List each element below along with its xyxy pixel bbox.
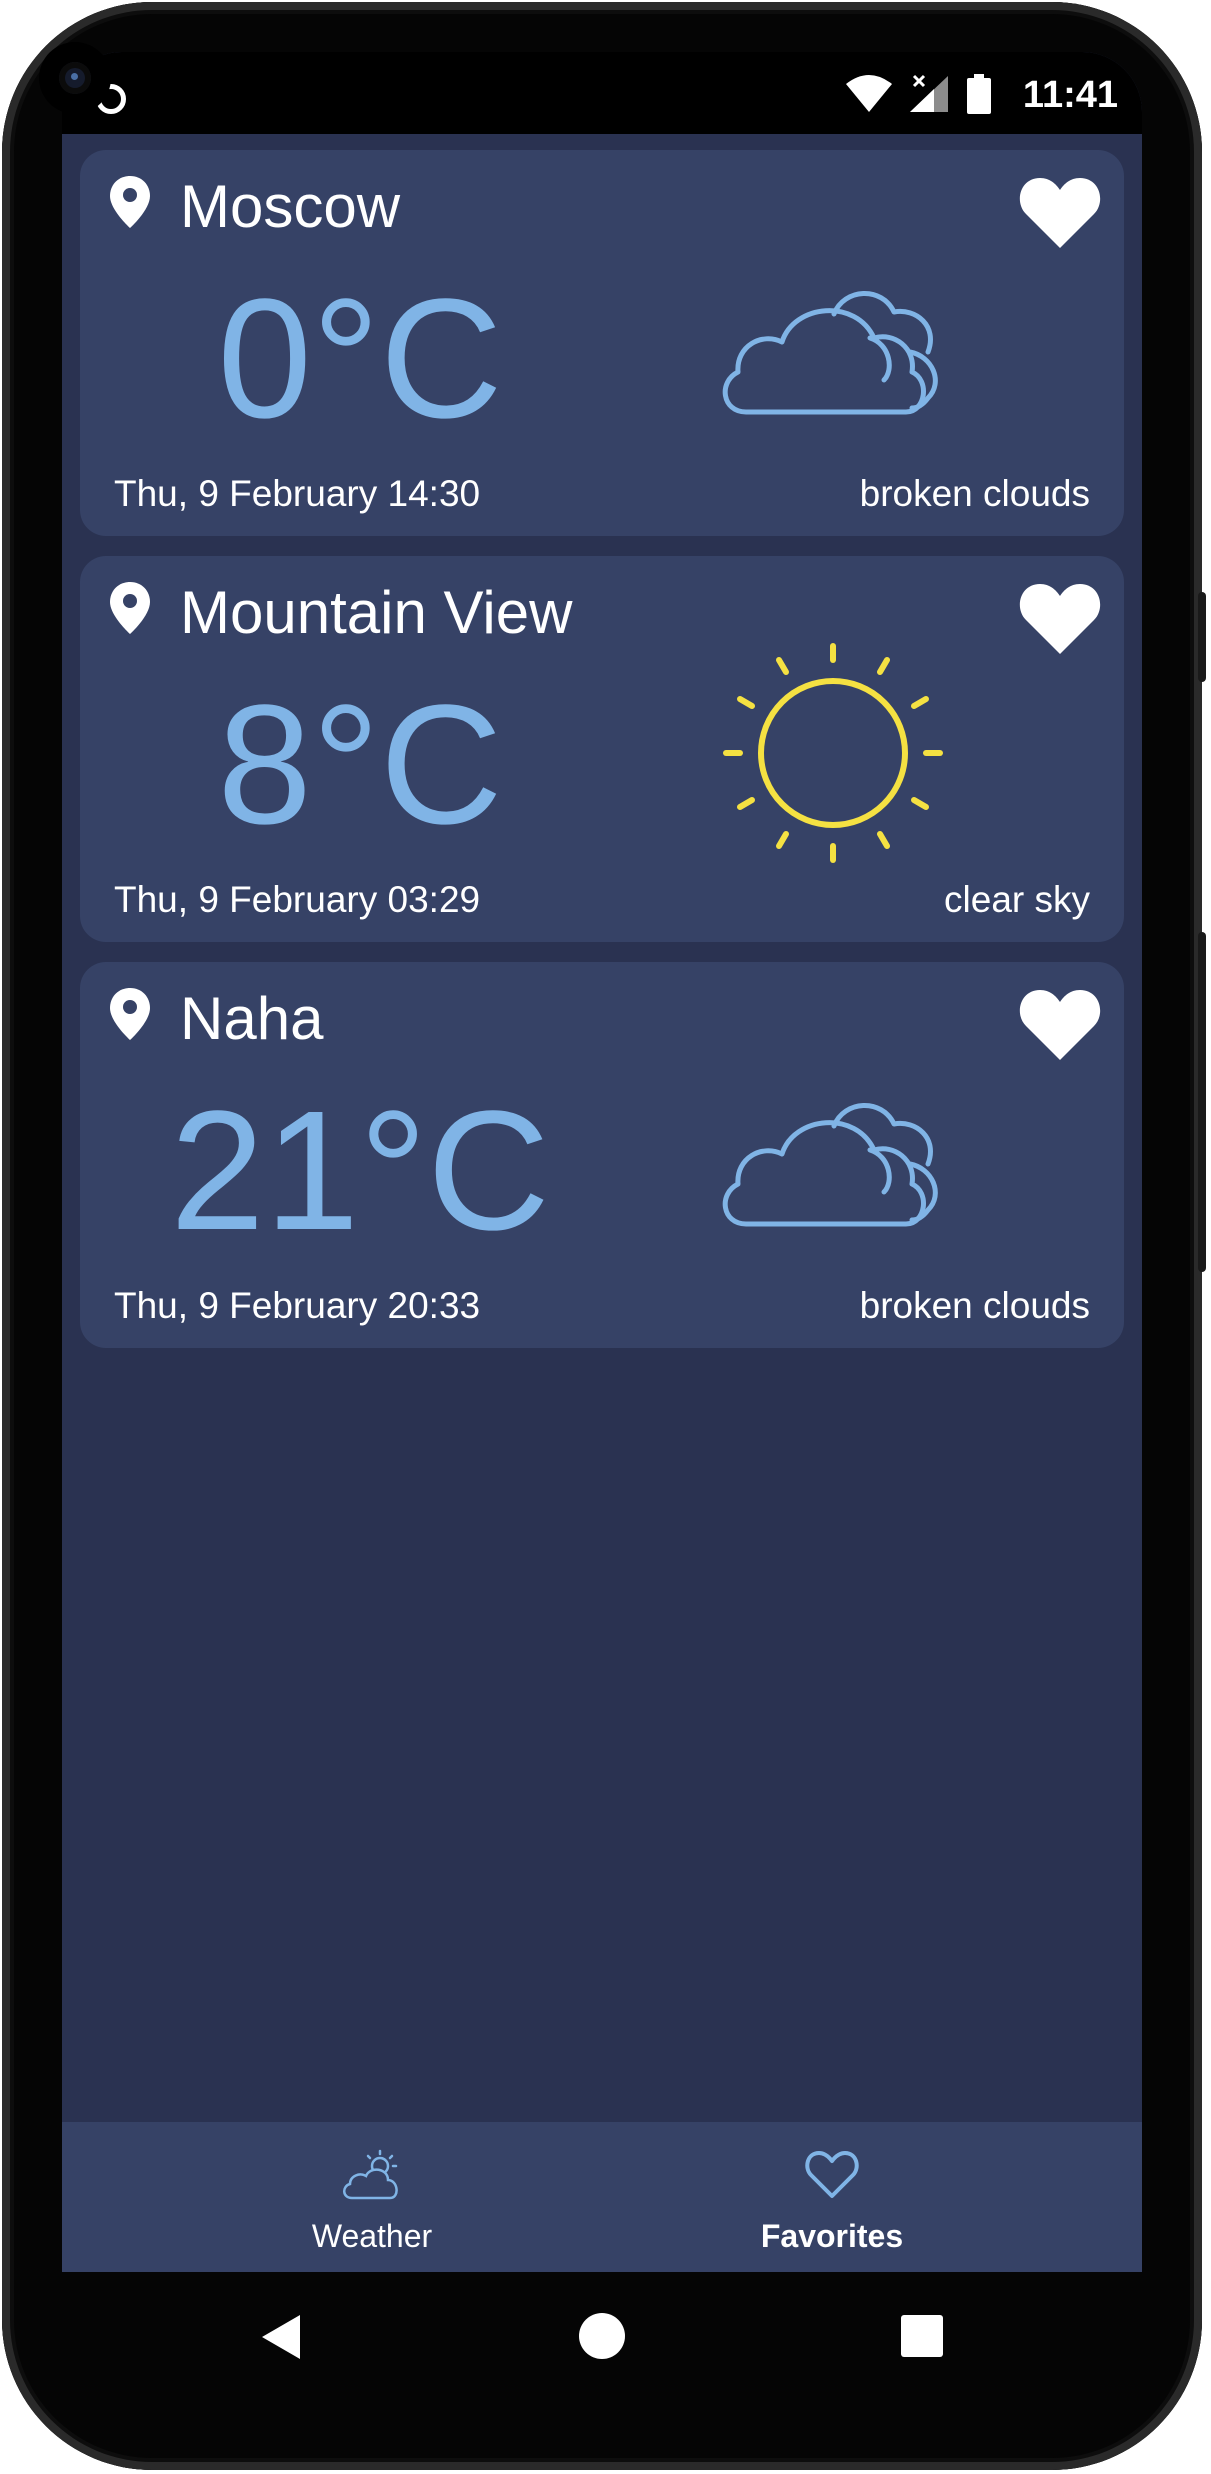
- city-name: Moscow: [180, 173, 401, 240]
- partly-cloudy-icon: [343, 2149, 398, 2200]
- temperature: 8°C: [217, 670, 503, 860]
- heart-icon[interactable]: [1018, 986, 1102, 1062]
- battery-icon: [967, 74, 991, 114]
- temperature: 0°C: [217, 264, 503, 454]
- weather-card-naha[interactable]: Naha 21°C Thu, 9 February 20:33 broken c…: [80, 962, 1124, 1348]
- location-pin-icon: [110, 582, 150, 634]
- volume-button: [1198, 932, 1206, 1272]
- weather-description: broken clouds: [859, 1285, 1090, 1326]
- date-time: Thu, 9 February 03:29: [114, 879, 481, 920]
- recents-icon[interactable]: [900, 2314, 944, 2358]
- front-camera: [39, 42, 111, 114]
- back-icon[interactable]: [258, 2312, 304, 2362]
- nav-weather-label: Weather: [311, 2218, 433, 2254]
- app-screen: 11:41 Moscow 0°C Thu, 9 February 14:30 b…: [62, 52, 1142, 2272]
- wifi-icon: [846, 75, 892, 112]
- cloud-icon: [722, 1103, 938, 1227]
- weather-card-mountain-view[interactable]: Mountain View 8°C Thu, 9 February 03:29 …: [80, 556, 1124, 942]
- bottom-navigation: Weather Favorites: [62, 2122, 1142, 2272]
- nav-weather[interactable]: Weather: [102, 2122, 642, 2272]
- weather-card-moscow[interactable]: Moscow 0°C Thu, 9 February 14:30 broken …: [80, 150, 1124, 536]
- weather-description: broken clouds: [859, 473, 1090, 514]
- cloud-icon: [722, 291, 938, 415]
- nav-favorites-label: Favorites: [760, 2218, 904, 2254]
- signal-icon: [910, 74, 948, 112]
- power-button: [1198, 592, 1206, 682]
- sun-icon: [723, 643, 943, 863]
- status-icons: [844, 74, 992, 114]
- temperature: 21°C: [170, 1076, 550, 1266]
- home-icon[interactable]: [578, 2312, 626, 2360]
- status-bar: 11:41: [62, 52, 1142, 134]
- location-pin-icon: [110, 176, 150, 228]
- location-pin-icon: [110, 988, 150, 1040]
- date-time: Thu, 9 February 20:33: [114, 1285, 481, 1326]
- heart-icon[interactable]: [1018, 174, 1102, 250]
- city-name: Mountain View: [180, 579, 573, 646]
- phone-frame: 11:41 Moscow 0°C Thu, 9 February 14:30 b…: [2, 2, 1206, 2470]
- system-navigation-bar: [62, 2272, 1142, 2412]
- heart-icon[interactable]: [1018, 580, 1102, 656]
- status-time: 11:41: [1022, 74, 1118, 116]
- nav-favorites[interactable]: Favorites: [562, 2122, 1102, 2272]
- heart-outline-icon: [805, 2151, 859, 2198]
- weather-description: clear sky: [944, 879, 1090, 920]
- city-name: Naha: [180, 985, 324, 1052]
- date-time: Thu, 9 February 14:30: [114, 473, 481, 514]
